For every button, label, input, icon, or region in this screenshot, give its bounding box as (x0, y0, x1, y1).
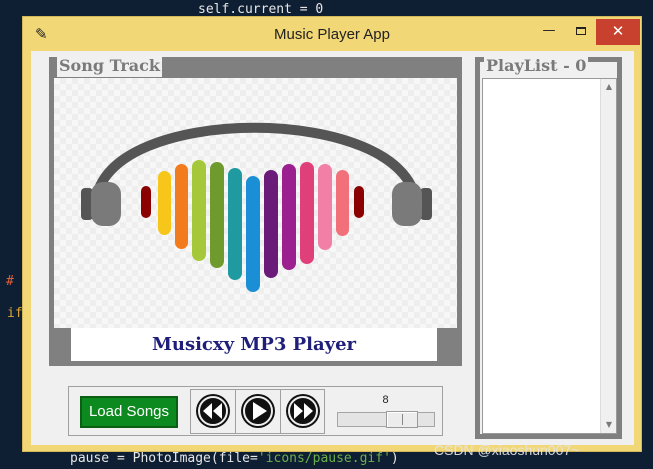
media-buttons (190, 389, 325, 434)
volume-scale: 8 (334, 391, 437, 431)
eq-bar-6 (228, 168, 242, 280)
player-caption: Musicxy MP3 Player (71, 328, 437, 361)
minimize-icon: — (542, 23, 556, 38)
maximize-button[interactable] (566, 19, 596, 45)
csdn-watermark: CSDN @xiaoshun007~ (434, 442, 580, 458)
volume-value: 8 (382, 394, 389, 406)
play-button[interactable] (236, 390, 281, 433)
code-fragment-hash: # (6, 274, 14, 289)
music-player-window: ✎ Music Player App — ✕ Song Track Musicx… (22, 16, 642, 452)
title-bar[interactable]: ✎ Music Player App — ✕ (23, 17, 641, 51)
controls-panel: Load Songs 8 (68, 386, 443, 436)
playlist-listbox[interactable]: ▲ ▼ (482, 78, 617, 434)
album-art (54, 78, 457, 328)
fast-forward-icon (286, 394, 320, 428)
eq-bar-1 (141, 186, 151, 218)
eq-bar-11 (318, 164, 332, 250)
eq-bar-5 (210, 162, 224, 268)
scroll-up-icon[interactable]: ▲ (601, 79, 617, 95)
playlist-frame: PlayList - 0 ▲ ▼ (475, 57, 622, 439)
play-icon (241, 394, 275, 428)
minimize-button[interactable]: — (532, 19, 566, 45)
rewind-button[interactable] (191, 390, 236, 433)
code-line-bottom: pause = PhotoImage(file='icons/pause.gif… (70, 451, 399, 466)
eq-bar-4 (192, 160, 206, 261)
volume-slider-thumb[interactable] (386, 411, 418, 428)
song-track-frame: Song Track Musicxy MP3 Player (49, 57, 462, 366)
headphones-equalizer-icon (81, 122, 432, 292)
eq-bar-3 (175, 164, 188, 249)
code-prefix: pause = PhotoImage(file= (70, 451, 258, 466)
song-track-label: Song Track (57, 56, 162, 77)
eq-bar-9 (282, 164, 296, 270)
fast-forward-button[interactable] (281, 390, 326, 433)
close-button[interactable]: ✕ (596, 19, 640, 45)
load-songs-button[interactable]: Load Songs (80, 396, 178, 428)
code-string: 'icons/pause.gif' (257, 451, 391, 466)
left-earcup-icon (91, 182, 121, 226)
rewind-icon (196, 394, 230, 428)
eq-bar-7 (246, 176, 260, 292)
code-fragment-if: if (7, 306, 23, 321)
eq-bar-2 (158, 171, 171, 235)
eq-bar-13 (354, 186, 364, 218)
playlist-scrollbar[interactable]: ▲ ▼ (600, 79, 616, 433)
window-client-area: Song Track Musicxy MP3 Player PlayList -… (31, 51, 634, 445)
maximize-icon (576, 26, 586, 35)
scroll-down-icon[interactable]: ▼ (601, 417, 617, 433)
close-icon: ✕ (611, 22, 625, 40)
code-line-top: self.current = 0 (198, 2, 324, 17)
right-earcup-icon (392, 182, 422, 226)
eq-bar-8 (264, 170, 278, 278)
playlist-label: PlayList - 0 (484, 56, 589, 77)
code-suffix: ) (390, 451, 399, 466)
eq-bar-10 (300, 162, 314, 264)
eq-bar-12 (336, 170, 349, 236)
